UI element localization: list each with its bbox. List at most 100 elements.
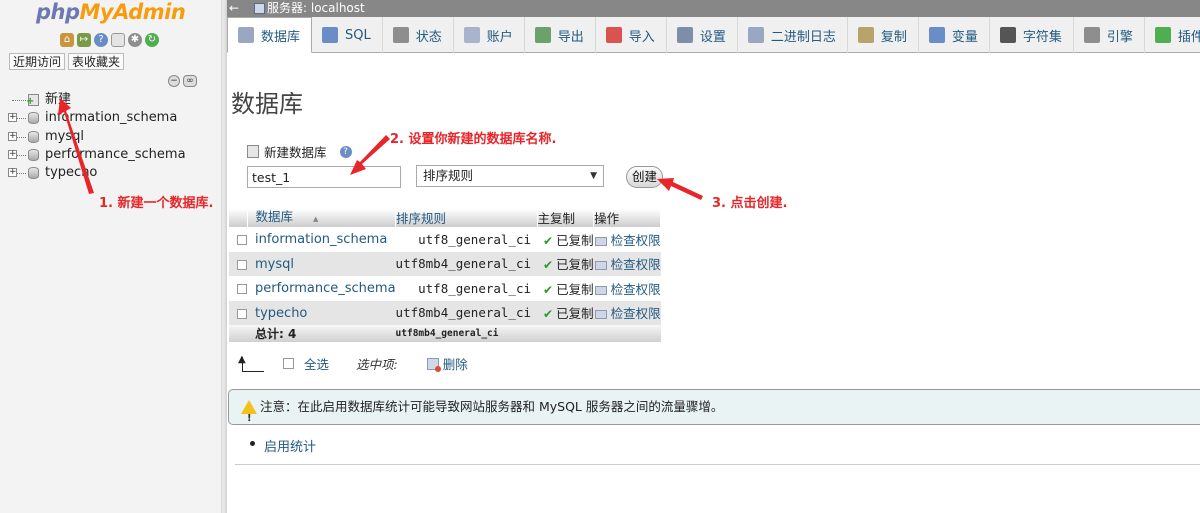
collation-cell: utf8_general_ci	[395, 227, 538, 252]
tree-item-information-schema[interactable]: + information_schema	[8, 109, 186, 127]
replication-status: 已复制	[556, 257, 594, 273]
privileges-icon	[594, 285, 607, 295]
corner-arrow-icon: ▲	[238, 354, 266, 372]
back-arrow-icon[interactable]: ←	[229, 0, 245, 17]
top-menu-tabs: 数据库 SQL 状态 账户 导出 导入 设置 二进制日志 复制 变量 字符集 引擎 插件	[227, 17, 1200, 53]
tree-item-mysql[interactable]: + mysql	[8, 128, 186, 146]
enable-statistics-link[interactable]: 启用统计	[264, 440, 316, 455]
column-header-collation[interactable]: 排序规则	[395, 209, 538, 227]
row-checkbox[interactable]	[237, 259, 247, 270]
create-button[interactable]: 创建	[626, 166, 663, 188]
breadcrumb: ← 服务器: localhost	[227, 0, 1200, 17]
collation-cell: utf8_general_ci	[395, 276, 538, 301]
help-icon[interactable]: ?	[94, 33, 108, 47]
tab-charset[interactable]: 字符集	[990, 17, 1074, 53]
server-breadcrumb-link[interactable]: 服务器: localhost	[267, 0, 365, 16]
check-privileges-link[interactable]: 检查权限	[611, 282, 661, 297]
tab-plugin[interactable]: 插件	[1145, 17, 1200, 53]
favorites-tab[interactable]: 表收藏夹	[68, 53, 125, 70]
recent-tab[interactable]: 近期访问	[9, 53, 66, 70]
database-icon	[28, 148, 39, 161]
tree-item-typecho[interactable]: + typecho	[8, 164, 186, 182]
check-privileges-link[interactable]: 检查权限	[611, 257, 661, 272]
tab-export[interactable]: 导出	[525, 17, 596, 53]
tab-import[interactable]: 导入	[596, 17, 667, 53]
annotation-step-3: 3. 点击创建.	[712, 196, 788, 211]
database-link[interactable]: information_schema	[255, 232, 387, 247]
annotation-step-2: 2. 设置你新建的数据库名称.	[390, 132, 557, 147]
nav-tabs: 近期访问 表收藏夹	[9, 53, 125, 70]
tree-controls: − ∞	[168, 75, 197, 87]
privileges-icon	[594, 236, 607, 246]
expand-icon[interactable]: +	[8, 113, 17, 123]
table-row: typecho utf8mb4_general_ci ✔ 已复制 检查权限	[229, 300, 661, 325]
plugin-icon	[1154, 27, 1171, 43]
table-row: information_schema utf8_general_ci ✔ 已复制 检查权…	[229, 227, 661, 252]
reload-icon[interactable]: ↻	[145, 33, 159, 47]
database-link[interactable]: typecho	[255, 306, 307, 321]
tab-engine[interactable]: 引擎	[1074, 17, 1145, 53]
wrench-icon	[676, 27, 693, 43]
check-icon: ✔	[543, 258, 554, 273]
nav-icon-bar: ⌂ ↦ ? ✱ ↻	[60, 33, 159, 47]
tab-wrench[interactable]: 设置	[667, 17, 738, 53]
privileges-icon	[594, 310, 607, 320]
replication-status: 已复制	[556, 232, 594, 248]
replication-status: 已复制	[556, 281, 594, 297]
database-link[interactable]: mysql	[255, 257, 294, 272]
warning-icon	[241, 400, 257, 436]
engine-icon	[1083, 27, 1100, 43]
expand-icon[interactable]: +	[8, 149, 17, 159]
check-all-checkbox[interactable]	[283, 358, 294, 369]
total-collation: utf8mb4_general_ci	[395, 325, 538, 342]
database-name-input[interactable]	[247, 166, 401, 188]
settings-icon[interactable]: ✱	[128, 33, 142, 47]
total-label: 总计: 4	[247, 325, 396, 342]
docs-icon[interactable]	[111, 33, 125, 47]
expand-icon[interactable]: +	[8, 131, 17, 141]
tab-status[interactable]: 状态	[383, 17, 454, 53]
create-database-label-row: 新建数据库 ?	[247, 142, 352, 161]
check-privileges-link[interactable]: 检查权限	[611, 306, 661, 321]
home-icon[interactable]: ⌂	[60, 33, 74, 47]
tab-replication[interactable]: 复制	[848, 17, 919, 53]
server-icon	[254, 3, 265, 14]
column-header-database[interactable]: 数据库 ▲	[247, 209, 397, 227]
notice-text: 注意：在此启用数据库统计可能导致网站服务器和 MySQL 服务器之间的流量骤增。	[260, 399, 724, 414]
tab-sql[interactable]: SQL	[312, 17, 383, 53]
row-checkbox[interactable]	[237, 284, 247, 295]
table-body: information_schema utf8_general_ci ✔ 已复制 检查权…	[229, 227, 661, 342]
tab-binlog[interactable]: 二进制日志	[738, 17, 848, 53]
notice-box: 注意：在此启用数据库统计可能导致网站服务器和 MySQL 服务器之间的流量骤增。	[228, 389, 1200, 436]
table-total-row: 总计: 4 utf8mb4_general_ci	[229, 325, 661, 342]
tab-database[interactable]: 数据库	[227, 17, 313, 53]
row-checkbox[interactable]	[237, 308, 247, 319]
stats-list: 启用统计	[250, 436, 316, 455]
tree-item-performance-schema[interactable]: + performance_schema	[8, 146, 186, 164]
database-link[interactable]: performance_schema	[255, 281, 396, 296]
nav-resize-handle[interactable]	[221, 0, 227, 513]
check-all-link[interactable]: 全选	[304, 354, 329, 373]
check-icon: ✔	[543, 307, 554, 322]
link-icon[interactable]: ∞	[183, 75, 197, 87]
tree-item-new[interactable]: 新建	[8, 91, 186, 109]
phpmyadmin-logo[interactable]: phpMyAdmin	[36, 0, 186, 24]
collation-select[interactable]: 排序规则 ▼	[416, 165, 604, 187]
replication-icon	[857, 27, 874, 43]
row-checkbox[interactable]	[237, 235, 247, 246]
table-header-row: 数据库 ▲ 排序规则 主复制 操作	[229, 209, 662, 227]
delete-button[interactable]: 删除	[443, 354, 468, 373]
help-icon[interactable]: ?	[339, 145, 352, 158]
expand-icon[interactable]: +	[8, 168, 17, 178]
exit-icon[interactable]: ↦	[77, 33, 91, 47]
charset-icon	[999, 27, 1016, 43]
check-privileges-link[interactable]: 检查权限	[611, 233, 661, 248]
privileges-icon	[594, 261, 607, 271]
collation-cell: utf8mb4_general_ci	[395, 251, 538, 276]
tab-variables[interactable]: 变量	[919, 17, 990, 53]
divider	[235, 464, 1200, 465]
column-header-replication: 主复制	[537, 209, 595, 227]
collapse-all-icon[interactable]: −	[168, 75, 180, 87]
annotation-arrow-3	[657, 178, 703, 200]
tab-users[interactable]: 账户	[454, 17, 525, 53]
